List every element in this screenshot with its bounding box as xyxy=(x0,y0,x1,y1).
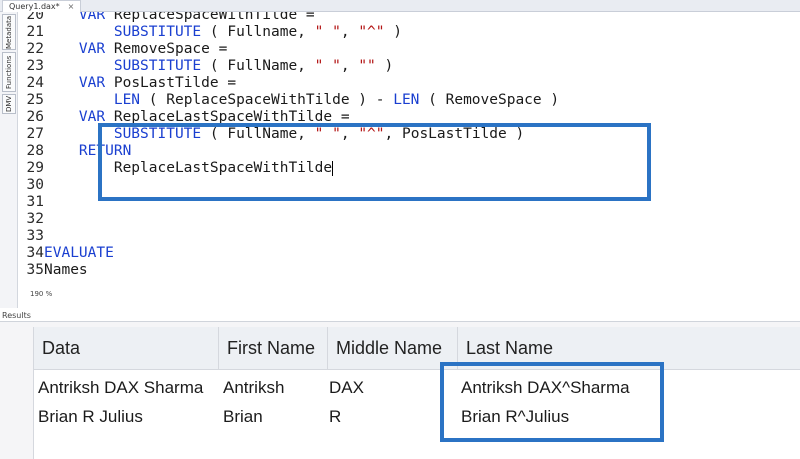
cell-first-name: Brian xyxy=(223,407,263,426)
code-line[interactable]: 20 VAR ReplaceSpaceWithTilde = xyxy=(18,12,315,24)
line-number: 30 xyxy=(26,177,44,193)
code-keyword: VAR xyxy=(78,12,106,23)
line-number: 35 xyxy=(26,262,44,278)
code-token: ) xyxy=(384,24,402,40)
line-number: 23 xyxy=(26,58,44,74)
code-token: ( ReplaceSpaceWithTilde ) - xyxy=(140,92,394,108)
column-header-data[interactable]: Data xyxy=(34,327,219,369)
code-token: ( FullName, xyxy=(201,58,315,74)
code-text: LEN ( ReplaceSpaceWithTilde ) - LEN ( Re… xyxy=(44,92,559,109)
column-header-first-name[interactable]: First Name xyxy=(219,327,328,369)
code-text: SUBSTITUTE ( FullName, " ", "" ) xyxy=(44,58,393,75)
code-token: Names xyxy=(44,262,88,278)
code-line[interactable]: 24 VAR PosLastTilde = xyxy=(18,75,237,92)
code-string: "" xyxy=(358,58,376,74)
code-token: ( Fullname, xyxy=(201,24,315,40)
column-header-middle-name[interactable]: Middle Name xyxy=(328,327,458,369)
line-number: 22 xyxy=(26,41,44,57)
code-line[interactable]: 22 VAR RemoveSpace = xyxy=(18,41,228,58)
line-number: 26 xyxy=(26,109,44,125)
code-token: , xyxy=(340,24,359,40)
sidebar-tab-metadata[interactable]: Metadata xyxy=(2,14,16,50)
cell-middle-name: DAX xyxy=(329,378,364,397)
zoom-level[interactable]: 190 % xyxy=(30,290,52,298)
code-text: VAR RemoveSpace = xyxy=(44,41,227,58)
results-panel: Data First Name Middle Name Last Name An… xyxy=(0,321,800,459)
line-number: 27 xyxy=(26,126,44,142)
tab-query1[interactable]: Query1.dax* × xyxy=(2,0,82,12)
code-keyword: SUBSTITUTE xyxy=(113,24,202,40)
cell-data: Antriksh DAX Sharma xyxy=(38,378,204,397)
code-line[interactable]: 33 xyxy=(18,228,44,245)
results-grid: Data First Name Middle Name Last Name An… xyxy=(33,327,800,459)
close-icon[interactable]: × xyxy=(68,2,75,11)
code-text: VAR PosLastTilde = xyxy=(44,75,236,92)
code-line[interactable]: 25 LEN ( ReplaceSpaceWithTilde ) - LEN (… xyxy=(18,92,560,109)
cell-middle-name: R xyxy=(329,407,342,426)
tab-title: Query1.dax* xyxy=(9,2,60,11)
code-token: ReplaceSpaceWithTilde = xyxy=(105,12,315,23)
code-token: ( RemoveSpace ) xyxy=(419,92,560,108)
code-string: "^" xyxy=(358,24,385,40)
line-number: 21 xyxy=(26,24,44,40)
results-highlight-box xyxy=(440,362,664,442)
cell-data: Brian R Julius xyxy=(38,407,143,426)
code-text: VAR ReplaceSpaceWithTilde = xyxy=(44,12,315,24)
code-line[interactable]: 35Names xyxy=(18,262,88,279)
code-token: PosLastTilde = xyxy=(105,75,237,91)
code-keyword: EVALUATE xyxy=(44,245,114,261)
code-token: RemoveSpace = xyxy=(105,41,228,57)
sidebar-tab-dmv[interactable]: DMV xyxy=(2,94,16,114)
code-line[interactable]: 31 xyxy=(18,194,44,211)
code-keyword: VAR xyxy=(78,41,106,57)
table-row[interactable]: Brian R Julius Brian R Brian R^Julius xyxy=(34,402,800,431)
code-keyword: VAR xyxy=(78,75,106,91)
results-label: Results xyxy=(2,311,31,320)
line-number: 28 xyxy=(26,143,44,159)
code-token: , xyxy=(340,58,359,74)
line-number: 20 xyxy=(26,12,44,23)
code-string: " " xyxy=(314,58,341,74)
line-number: 34 xyxy=(26,245,44,261)
code-token: ) xyxy=(375,58,394,74)
left-sidebar: Metadata Functions DMV xyxy=(0,12,18,308)
line-number: 25 xyxy=(26,92,44,108)
code-line[interactable]: 21 SUBSTITUTE ( Fullname, " ", "^" ) xyxy=(18,24,402,41)
code-text: EVALUATE xyxy=(44,245,114,262)
code-keyword: SUBSTITUTE xyxy=(113,58,202,74)
line-number: 24 xyxy=(26,75,44,91)
line-number: 32 xyxy=(26,211,44,227)
code-text: SUBSTITUTE ( Fullname, " ", "^" ) xyxy=(44,24,402,41)
code-line[interactable]: 32 xyxy=(18,211,44,228)
sidebar-tab-functions[interactable]: Functions xyxy=(2,52,16,92)
code-text: Names xyxy=(44,262,88,279)
document-tab-bar: Query1.dax* × xyxy=(0,0,800,12)
grid-header-row: Data First Name Middle Name Last Name xyxy=(34,327,800,370)
line-number: 31 xyxy=(26,194,44,210)
code-line[interactable]: 34EVALUATE xyxy=(18,245,114,262)
table-row[interactable]: Antriksh DAX Sharma Antriksh DAX Antriks… xyxy=(34,373,800,402)
line-number: 33 xyxy=(26,228,44,244)
code-line[interactable]: 30 xyxy=(18,177,44,194)
cell-first-name: Antriksh xyxy=(223,378,285,397)
code-keyword: LEN xyxy=(393,92,420,108)
line-number: 29 xyxy=(26,160,44,176)
code-string: " " xyxy=(314,24,341,40)
code-highlight-box xyxy=(98,123,651,201)
code-line[interactable]: 23 SUBSTITUTE ( FullName, " ", "" ) xyxy=(18,58,394,75)
code-keyword: LEN xyxy=(113,92,141,108)
